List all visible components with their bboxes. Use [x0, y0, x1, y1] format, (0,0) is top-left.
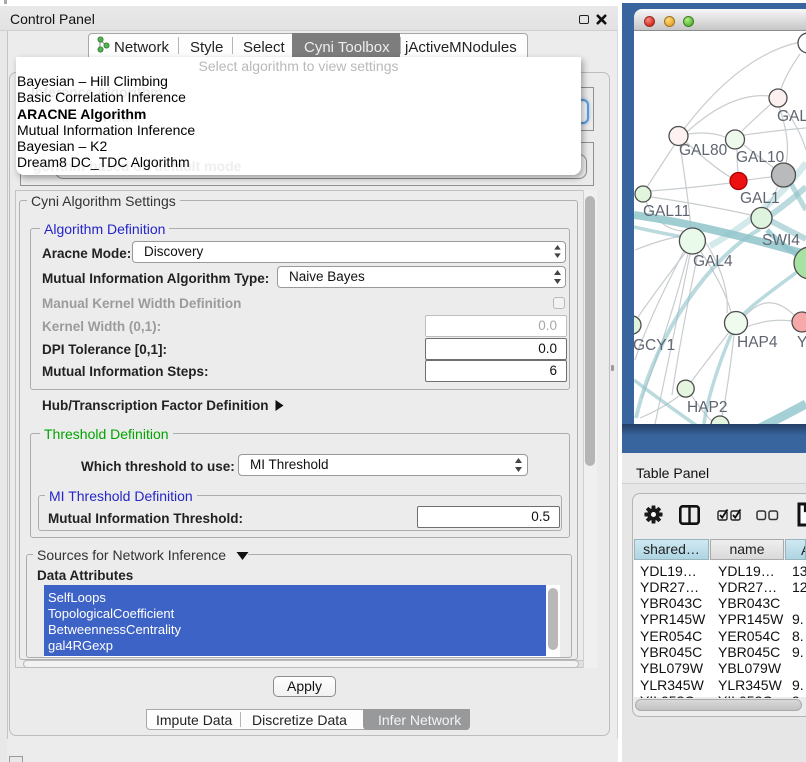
svg-text:GCY1: GCY1	[634, 337, 675, 354]
svg-text:GAL: GAL	[777, 108, 806, 125]
svg-text:GAL10: GAL10	[736, 149, 785, 166]
svg-text:SWI4: SWI4	[762, 232, 800, 249]
svg-text:GAL1: GAL1	[740, 190, 780, 207]
svg-text:GAL11: GAL11	[643, 203, 690, 220]
svg-text:HAP2: HAP2	[687, 399, 728, 416]
svg-text:Y: Y	[797, 334, 806, 351]
svg-text:GAL4: GAL4	[693, 253, 733, 270]
svg-text:HAP4: HAP4	[737, 334, 778, 351]
svg-text:GAL80: GAL80	[679, 142, 728, 159]
